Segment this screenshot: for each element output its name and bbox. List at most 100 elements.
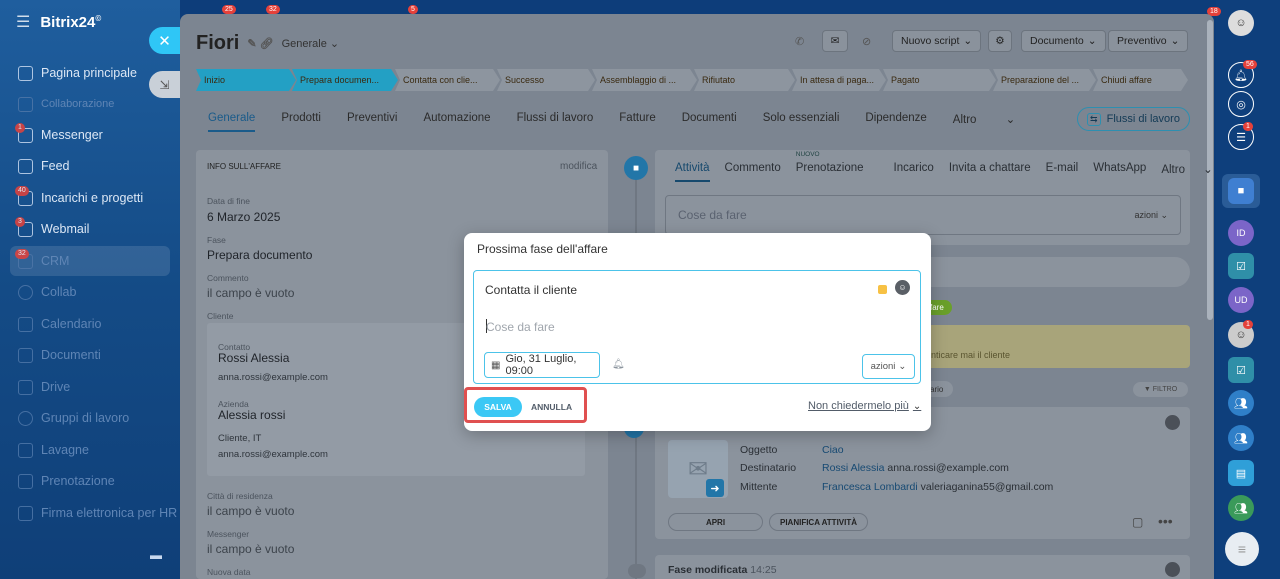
tab-workflows[interactable]: Flussi di lavoro bbox=[517, 112, 594, 132]
gear-icon[interactable]: ⚙ bbox=[988, 30, 1012, 52]
stage-2[interactable]: Contatta con clie... bbox=[395, 69, 500, 91]
end-date-value[interactable]: 6 Marzo 2025 bbox=[207, 210, 280, 224]
tab-quotes[interactable]: Preventivi bbox=[347, 112, 398, 132]
save-button[interactable]: SALVA bbox=[474, 397, 522, 417]
target-icon[interactable]: ◎ bbox=[1228, 91, 1254, 117]
stage-5[interactable]: Rifiutato bbox=[694, 69, 795, 91]
tab-comment[interactable]: Commento bbox=[725, 162, 781, 182]
sidebar-item-messenger[interactable]: 1 Messenger bbox=[0, 120, 180, 150]
bell-icon[interactable]: 🔔︎ bbox=[612, 359, 625, 370]
filter-button[interactable]: ▼ FILTRO bbox=[1133, 382, 1188, 397]
brand-logo[interactable]: ☰ Bitrix24© bbox=[16, 12, 101, 32]
todo-actions[interactable]: azioni ⌄ bbox=[1134, 210, 1168, 221]
new-script-button[interactable]: Nuovo script ⌄ bbox=[892, 30, 982, 52]
contact-name[interactable]: Rossi Alessia bbox=[218, 351, 289, 365]
workflows-button[interactable]: ⇆ Flussi di lavoro bbox=[1077, 107, 1190, 131]
edit-link[interactable]: modifica bbox=[560, 161, 597, 172]
sidebar-item-drive[interactable]: Drive bbox=[0, 372, 180, 402]
tab-general[interactable]: Generale bbox=[208, 112, 256, 132]
tab-products[interactable]: Prodotti bbox=[281, 112, 321, 132]
sidebar-item-workgroups[interactable]: Gruppi di lavoro bbox=[0, 403, 180, 433]
tab-booking[interactable]: NUOVO Prenotazione bbox=[796, 151, 879, 182]
tab-invite-chat[interactable]: Invita a chattare bbox=[949, 162, 1031, 182]
menu-icon[interactable]: ☰ bbox=[16, 12, 30, 32]
phone-icon[interactable]: ✆ bbox=[795, 35, 804, 48]
document-button[interactable]: Documento ⌄ bbox=[1021, 30, 1106, 52]
tab-whatsapp[interactable]: WhatsApp bbox=[1093, 162, 1146, 182]
sidebar-item-collab[interactable]: Collab bbox=[0, 277, 180, 307]
category-select[interactable]: Generale ⌄ bbox=[282, 37, 340, 50]
dont-ask-again-link[interactable]: Non chiedermelo più ⌄ bbox=[808, 400, 921, 412]
bookmark-icon[interactable]: ■ bbox=[1228, 178, 1254, 204]
minimize-icon[interactable]: ⇲ bbox=[149, 71, 180, 98]
stage-8[interactable]: Preparazione del ... bbox=[993, 69, 1096, 91]
deadline-picker[interactable]: ▦ Gio, 31 Luglio, 09:00 bbox=[484, 352, 600, 378]
responsible-avatar[interactable]: ☺ bbox=[895, 280, 910, 295]
ban-icon[interactable]: ⊘ bbox=[862, 35, 871, 48]
recipient-name[interactable]: Rossi Alessia bbox=[822, 462, 884, 474]
tab-invoices[interactable]: Fatture bbox=[619, 112, 655, 132]
stage-0[interactable]: Inizio bbox=[196, 69, 296, 91]
comment-value[interactable]: il campo è vuoto bbox=[207, 286, 294, 300]
stage-6[interactable]: In attesa di paga... bbox=[792, 69, 886, 91]
comment-icon[interactable]: ▢ bbox=[1132, 515, 1143, 529]
sidebar-item-documents[interactable]: Documenti bbox=[0, 340, 180, 370]
group-icon[interactable]: 👥︎ bbox=[1228, 425, 1254, 451]
activity-title[interactable]: Contatta il cliente bbox=[485, 283, 577, 297]
quote-button[interactable]: Preventivo ⌄ bbox=[1108, 30, 1189, 52]
company-email[interactable]: anna.rossi@example.com bbox=[218, 449, 328, 460]
color-marker-icon[interactable] bbox=[878, 285, 887, 294]
sidebar-item-boards[interactable]: Lavagne bbox=[0, 435, 180, 465]
avatar-id[interactable]: ID bbox=[1228, 220, 1254, 246]
tab-documents[interactable]: Documenti bbox=[682, 112, 737, 132]
todo-description-input[interactable]: Cose da fare bbox=[486, 320, 555, 334]
tab-more[interactable]: Altro ⌄ bbox=[1161, 162, 1213, 182]
checkbox-icon[interactable]: ☑ bbox=[1228, 357, 1254, 383]
stage-3[interactable]: Successo bbox=[497, 69, 595, 91]
stage-7[interactable]: Pagato bbox=[883, 69, 996, 91]
menu-icon[interactable]: ≡ bbox=[1225, 532, 1259, 566]
sidebar-item-feed[interactable]: Feed bbox=[0, 151, 180, 181]
sidebar-item-calendar[interactable]: Calendario bbox=[0, 309, 180, 339]
actions-dropdown[interactable]: azioni ⌄ bbox=[862, 354, 915, 379]
tab-dependencies[interactable]: Dipendenze bbox=[865, 112, 926, 132]
sidebar-item-tasks[interactable]: 40 Incarichi e progetti bbox=[0, 183, 180, 213]
user-avatar[interactable]: ☺ bbox=[1228, 10, 1254, 36]
sidebar-item-booking[interactable]: Prenotazione bbox=[0, 466, 180, 496]
tab-email[interactable]: E-mail bbox=[1046, 162, 1079, 182]
mail-icon[interactable]: ✉ bbox=[822, 30, 848, 52]
todo-input[interactable]: Cose da fare azioni ⌄ bbox=[665, 195, 1181, 235]
open-button[interactable]: APRI bbox=[668, 513, 763, 531]
printer-icon[interactable]: ▬ bbox=[150, 548, 162, 562]
company-name[interactable]: Alessia rossi bbox=[218, 408, 285, 422]
tab-task[interactable]: Incarico bbox=[894, 162, 934, 182]
sidebar-item-esign[interactable]: Firma elettronica per HR bbox=[0, 498, 180, 528]
sidebar-item-crm[interactable]: 32 CRM bbox=[10, 246, 170, 276]
group-icon[interactable]: 👥︎ bbox=[1228, 390, 1254, 416]
email-subject[interactable]: Ciao bbox=[822, 444, 844, 456]
close-icon[interactable]: ✕ bbox=[149, 27, 180, 54]
avatar-ud[interactable]: UD bbox=[1228, 287, 1254, 313]
sidebar-item-label: Documenti bbox=[41, 348, 101, 362]
tab-automation[interactable]: Automazione bbox=[423, 112, 490, 132]
chat-icon[interactable]: ▤ bbox=[1228, 460, 1254, 486]
contact-email[interactable]: anna.rossi@example.com bbox=[218, 372, 328, 383]
city-value[interactable]: il campo è vuoto bbox=[207, 504, 294, 518]
plan-activity-button[interactable]: PIANIFICA ATTIVITÀ bbox=[769, 513, 868, 531]
stage-value[interactable]: Prepara documento bbox=[207, 248, 312, 262]
cancel-button[interactable]: ANNULLA bbox=[531, 402, 572, 412]
stage-9[interactable]: Chiudi affare bbox=[1093, 69, 1188, 91]
tab-more[interactable]: Altro ⌄ bbox=[953, 112, 1016, 132]
checkbox-icon[interactable]: ☑ bbox=[1228, 253, 1254, 279]
stage-1[interactable]: Prepara documen... bbox=[292, 69, 398, 91]
group-icon[interactable]: 👥︎ bbox=[1228, 495, 1254, 521]
tab-activity[interactable]: Attività bbox=[675, 162, 710, 182]
stage-4[interactable]: Assemblaggio di ... bbox=[592, 69, 697, 91]
edit-icon[interactable]: ✎ 🔗︎ bbox=[247, 37, 273, 50]
activity-tabs: Attività Commento NUOVO Prenotazione Inca… bbox=[675, 151, 1228, 182]
sidebar-item-webmail[interactable]: 3 Webmail bbox=[0, 214, 180, 244]
more-icon[interactable]: ••• bbox=[1158, 513, 1173, 529]
tab-essentials[interactable]: Solo essenziali bbox=[763, 112, 840, 132]
sender-name[interactable]: Francesca Lombardi bbox=[822, 481, 918, 493]
messenger-value[interactable]: il campo è vuoto bbox=[207, 542, 294, 556]
